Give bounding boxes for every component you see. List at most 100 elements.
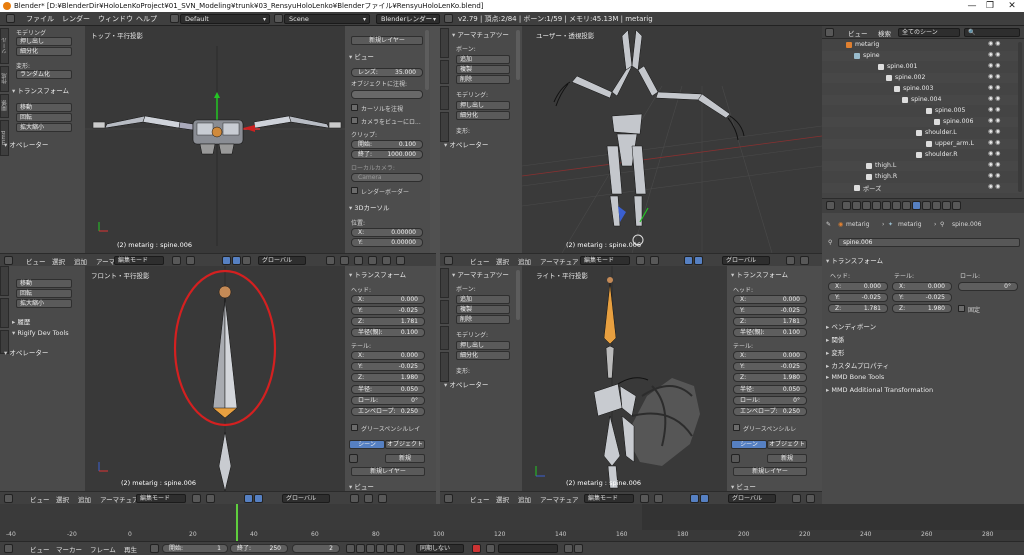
extrude-button[interactable]: 押し出し bbox=[456, 341, 510, 350]
visibility-icon[interactable]: ◉ ◉ bbox=[988, 95, 1000, 102]
menu-help[interactable]: ヘルプ bbox=[136, 14, 157, 24]
layers-tab-icon[interactable] bbox=[852, 201, 861, 210]
armature-tools-header[interactable]: アーマチュアツー bbox=[452, 29, 508, 39]
duplicate-button[interactable]: 複製 bbox=[456, 305, 510, 314]
rotate-manip-icon[interactable] bbox=[242, 256, 251, 265]
head-y-field[interactable]: Y: -0.025 bbox=[733, 306, 807, 315]
scene-icon[interactable] bbox=[274, 14, 283, 23]
manipulator-icon[interactable] bbox=[684, 256, 693, 265]
deform-header[interactable]: 変形 bbox=[826, 347, 844, 357]
visibility-icon[interactable]: ◉ ◉ bbox=[988, 84, 1000, 91]
tab-tools[interactable] bbox=[0, 266, 9, 296]
roll-field[interactable]: ロール: 0° bbox=[351, 396, 425, 405]
menu-armature[interactable]: アーマチュア bbox=[540, 494, 578, 504]
mode-select[interactable]: 編集モード bbox=[136, 494, 186, 503]
outliner-row[interactable]: shoulder.L ◉ ◉ bbox=[822, 128, 1022, 138]
tab-create[interactable]: 作成 bbox=[0, 66, 9, 92]
menu-add[interactable]: 追加 bbox=[78, 494, 91, 504]
orientation-select[interactable]: グローバル bbox=[728, 494, 776, 503]
visibility-icon[interactable]: ◉ ◉ bbox=[988, 40, 1000, 47]
randomize-button[interactable]: ランダム化 bbox=[16, 70, 72, 79]
outliner-row[interactable]: upper_arm.L ◉ ◉ bbox=[822, 139, 1022, 149]
bone-constraint-tab-icon[interactable] bbox=[922, 201, 931, 210]
relations-header[interactable]: 関係 bbox=[826, 334, 844, 344]
new-layer-button[interactable]: 新規レイヤー bbox=[351, 36, 423, 45]
translate-manip-icon[interactable] bbox=[254, 494, 263, 503]
minimize-icon[interactable]: — bbox=[962, 0, 982, 12]
menu-view[interactable]: ビュー bbox=[848, 28, 868, 38]
tail-z-field[interactable]: Z: 1.980 bbox=[892, 304, 952, 313]
bendy-bones-header[interactable]: ベンディボーン bbox=[826, 321, 876, 331]
operator-panel-header[interactable]: オペレーター bbox=[444, 379, 488, 389]
head-radius-field[interactable]: 半径(親): 0.100 bbox=[351, 328, 425, 337]
pivot-icon[interactable] bbox=[186, 256, 195, 265]
manipulator-icon[interactable] bbox=[690, 494, 699, 503]
orientation-select[interactable]: グローバル bbox=[258, 256, 306, 265]
lock-camera-checkbox[interactable] bbox=[351, 117, 358, 124]
outliner-row[interactable]: thigh.L ◉ ◉ bbox=[822, 161, 1022, 171]
translate-manip-icon[interactable] bbox=[232, 256, 241, 265]
grease-pencil-label[interactable]: グリースペンシルレ bbox=[743, 424, 796, 433]
menu-select[interactable]: 選択 bbox=[52, 256, 65, 266]
gp-new-button[interactable]: 新規 bbox=[767, 454, 807, 463]
extrude-button[interactable]: 押し出し bbox=[16, 37, 72, 46]
armature-tools-header[interactable]: アーマチュアツー bbox=[452, 269, 508, 279]
visibility-icon[interactable]: ◉ ◉ bbox=[988, 117, 1000, 124]
visibility-icon[interactable]: ◉ ◉ bbox=[988, 128, 1000, 135]
outliner-row[interactable]: thigh.R ◉ ◉ bbox=[822, 172, 1022, 182]
layout-select[interactable]: Default bbox=[180, 14, 270, 24]
maximize-icon[interactable]: ❐ bbox=[980, 0, 1000, 12]
envelope-field[interactable]: エンベロープ: 0.250 bbox=[351, 407, 425, 416]
prev-key-icon[interactable] bbox=[356, 544, 365, 553]
head-y-field[interactable]: Y: -0.025 bbox=[351, 306, 425, 315]
history-panel-header[interactable]: 履歴 bbox=[12, 316, 30, 326]
gp-scene-button[interactable]: シーン bbox=[731, 440, 767, 449]
tab-tools[interactable] bbox=[440, 268, 449, 298]
scrollbar[interactable] bbox=[425, 30, 429, 90]
tab-tools[interactable]: ツール bbox=[0, 28, 9, 64]
outliner-row[interactable]: spine.004 ◉ ◉ bbox=[822, 95, 1022, 105]
outliner-row[interactable]: spine.002 ◉ ◉ bbox=[822, 73, 1022, 83]
layers-icon[interactable] bbox=[792, 494, 801, 503]
orientation-select[interactable]: グローバル bbox=[722, 256, 770, 265]
menu-add[interactable]: 追加 bbox=[74, 256, 87, 266]
render-tab-icon[interactable] bbox=[842, 201, 851, 210]
tail-x-field[interactable]: X: 0.000 bbox=[351, 351, 425, 360]
tab-relations[interactable] bbox=[440, 86, 449, 110]
custom-props-header[interactable]: カスタムプロパティ bbox=[826, 360, 889, 370]
head-z-field[interactable]: Z: 1.781 bbox=[733, 317, 807, 326]
head-x-field[interactable]: X: 0.000 bbox=[351, 295, 425, 304]
visibility-icon[interactable]: ◉ ◉ bbox=[988, 150, 1000, 157]
manipulator-icon[interactable] bbox=[222, 256, 231, 265]
sync-mode-select[interactable]: 同期しない bbox=[416, 544, 464, 553]
translate-button[interactable]: 移動 bbox=[16, 279, 72, 288]
head-x-field[interactable]: X: 0.000 bbox=[733, 295, 807, 304]
operator-panel-header[interactable]: オペレーター bbox=[4, 139, 48, 149]
grease-pencil-label[interactable]: グリースペンシルレイ bbox=[361, 424, 420, 433]
operator-panel-header[interactable]: オペレーター bbox=[4, 347, 48, 357]
layout-icon[interactable] bbox=[170, 14, 179, 23]
clip-start-field[interactable]: 開始: 0.100 bbox=[351, 140, 423, 149]
shading-icon[interactable] bbox=[640, 494, 649, 503]
transform-panel-header[interactable]: トランスフォーム bbox=[731, 269, 788, 279]
translate-manip-icon[interactable] bbox=[694, 256, 703, 265]
tab-tools[interactable] bbox=[440, 28, 449, 58]
snap-icon[interactable] bbox=[364, 494, 373, 503]
subdivide-button[interactable]: 細分化 bbox=[16, 47, 72, 56]
outliner-row[interactable]: spine.006 ◉ ◉ bbox=[822, 117, 1022, 127]
next-key-icon[interactable] bbox=[386, 544, 395, 553]
delete-key-icon[interactable] bbox=[574, 544, 583, 553]
start-frame-field[interactable]: 開始: 1 bbox=[162, 544, 228, 553]
rigify-panel-header[interactable]: Rigify Dev Tools bbox=[12, 329, 68, 337]
layers-icon[interactable] bbox=[326, 256, 335, 265]
br-viewport[interactable]: ライト・平行投影 (2) metarig : spine.006 bbox=[522, 266, 727, 491]
head-z-field[interactable]: Z: 1.781 bbox=[351, 317, 425, 326]
tail-y-field[interactable]: Y: -0.025 bbox=[892, 293, 952, 302]
radius-field[interactable]: 半径: 0.050 bbox=[733, 385, 807, 394]
scrollbar[interactable] bbox=[1018, 42, 1022, 192]
outliner-search-input[interactable]: 🔍 bbox=[964, 28, 1020, 37]
tab-mmd[interactable]: mmd bbox=[0, 120, 9, 156]
snap-icon[interactable] bbox=[806, 494, 815, 503]
menu-view[interactable]: ビュー bbox=[30, 544, 50, 554]
transform-panel-header[interactable]: トランスフォーム bbox=[826, 255, 883, 265]
